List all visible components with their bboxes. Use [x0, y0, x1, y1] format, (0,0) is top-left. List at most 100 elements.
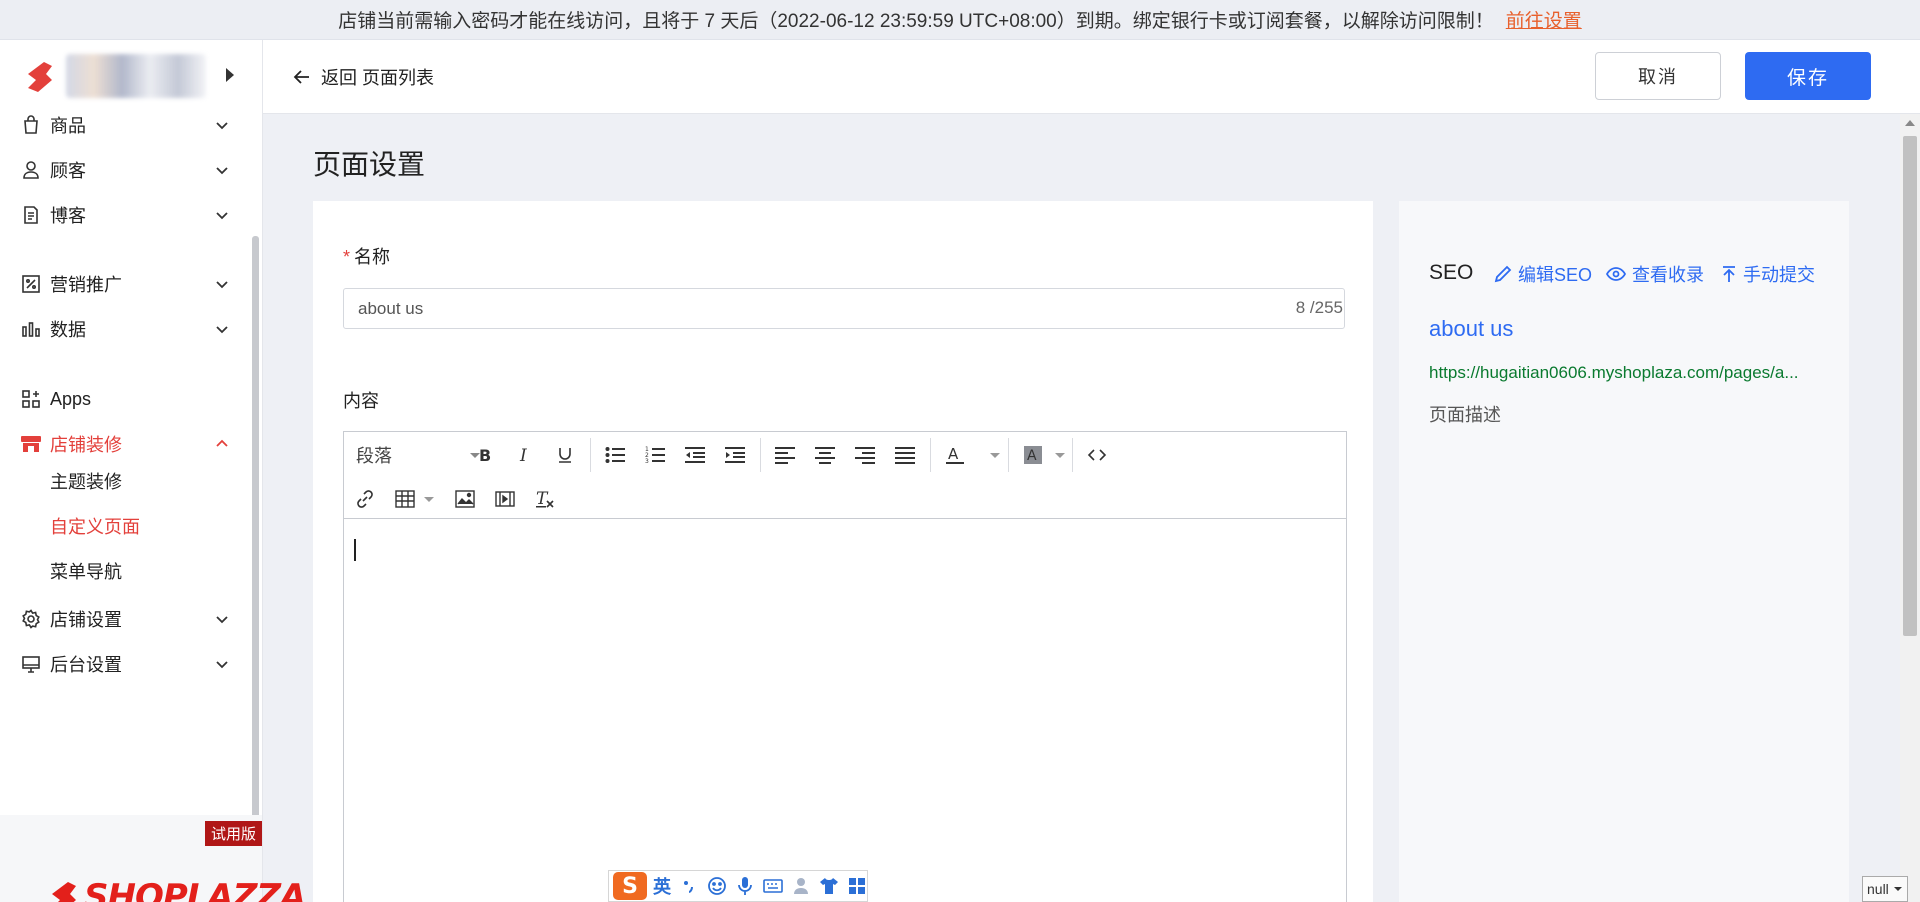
bulleted-list-button[interactable] [600, 440, 630, 470]
sidebar-item-products[interactable]: 商品 [0, 105, 250, 145]
text-cursor [354, 539, 356, 561]
sidebar-item-label: 博客 [50, 206, 86, 226]
chevron-down-icon [216, 122, 228, 130]
source-code-button[interactable] [1082, 440, 1112, 470]
sidebar-item-marketing[interactable]: 营销推广 [0, 264, 250, 304]
bag-icon [20, 114, 42, 136]
italic-button[interactable]: I [510, 440, 540, 470]
banner-message: 店铺当前需输入密码才能在线访问，且将于 7 天后（2022-06-12 23:5… [338, 11, 1494, 32]
align-center-button[interactable] [810, 440, 840, 470]
insert-table-button[interactable] [390, 484, 420, 514]
bulleted-list-icon [605, 447, 625, 463]
seo-preview-url: https://hugaitian0606.myshoplaza.com/pag… [1429, 363, 1799, 382]
brand-name: SHOPLAZZA [84, 877, 306, 902]
sidebar-item-customers[interactable]: 顾客 [0, 150, 250, 190]
toolbar-divider [760, 438, 761, 472]
page-settings-card: *名称 8 /255 内容 段落 B I 123 [313, 201, 1373, 902]
ime-language-toggle[interactable]: 英 [653, 873, 671, 899]
store-switcher[interactable] [0, 40, 263, 112]
sidebar-subitem-custom-pages[interactable]: 自定义页面 [50, 509, 140, 543]
sidebar-item-label: 数据 [50, 320, 86, 340]
text-color-button[interactable]: A [940, 440, 970, 470]
sidebar-item-admin-settings[interactable]: 后台设置 [0, 644, 250, 684]
document-icon [20, 204, 42, 226]
sidebar-item-store-settings[interactable]: 店铺设置 [0, 599, 250, 639]
scroll-thumb[interactable] [1903, 136, 1917, 636]
toolbar-divider [590, 438, 591, 472]
dropdown-caret-icon[interactable] [990, 453, 1000, 458]
underline-button[interactable] [550, 440, 580, 470]
align-center-icon [815, 447, 835, 464]
scroll-up-arrow-icon[interactable] [1905, 120, 1915, 126]
underline-icon [559, 448, 571, 463]
sidebar-item-label: 店铺装修 [50, 435, 122, 455]
indent-button[interactable] [720, 440, 750, 470]
eye-icon [1606, 267, 1626, 281]
outdent-icon [685, 447, 705, 463]
paragraph-format-select[interactable]: 段落 [356, 440, 486, 470]
justify-button[interactable] [890, 440, 920, 470]
sidebar-item-blog[interactable]: 博客 [0, 195, 250, 235]
sidebar-item-store-design[interactable]: 店铺装修 [0, 424, 250, 464]
cancel-button[interactable]: 取消 [1595, 52, 1721, 100]
image-icon [455, 490, 475, 508]
video-icon [495, 491, 515, 507]
null-select[interactable]: null [1862, 876, 1908, 902]
sidebar-subitem-menus[interactable]: 菜单导航 [50, 554, 122, 588]
chevron-down-icon [216, 661, 228, 669]
page-scrollbar[interactable] [1900, 114, 1920, 902]
brand-footer: 试用版 SHOPLAZZA [0, 815, 306, 902]
numbered-list-button[interactable]: 123 [640, 440, 670, 470]
emoji-icon[interactable] [707, 876, 727, 896]
manual-submit-link[interactable]: 手动提交 [1721, 261, 1815, 287]
chevron-down-icon [216, 616, 228, 624]
align-right-button[interactable] [850, 440, 880, 470]
svg-text:3: 3 [645, 458, 649, 464]
insert-link-button[interactable] [350, 484, 380, 514]
back-to-page-list[interactable]: 返回 页面列表 [293, 64, 434, 90]
insert-image-button[interactable] [450, 484, 480, 514]
name-char-counter: 8 /255 [1295, 298, 1343, 317]
manual-submit-label: 手动提交 [1743, 265, 1815, 285]
editor-toolbar: 段落 B I 123 A A T [344, 432, 1346, 519]
skin-shirt-icon[interactable] [819, 876, 839, 896]
chevron-down-icon [216, 281, 228, 289]
arrow-left-icon [293, 70, 309, 84]
null-select-value: null [1867, 881, 1889, 897]
edit-seo-label: 编辑SEO [1518, 265, 1593, 285]
user-assistant-icon[interactable] [791, 876, 811, 896]
chevron-down-icon [216, 167, 228, 175]
sidebar-item-analytics[interactable]: 数据 [0, 309, 250, 349]
view-indexing-link[interactable]: 查看收录 [1606, 261, 1704, 287]
sidebar-subitem-themes[interactable]: 主题装修 [50, 464, 122, 498]
align-left-button[interactable] [770, 440, 800, 470]
go-settings-link[interactable]: 前往设置 [1506, 6, 1582, 33]
rich-text-editor: 段落 B I 123 A A T [343, 431, 1347, 902]
edit-seo-link[interactable]: 编辑SEO [1494, 261, 1592, 287]
dropdown-caret-icon[interactable] [424, 497, 434, 502]
save-button[interactable]: 保存 [1745, 52, 1871, 100]
bold-button[interactable]: B [470, 440, 500, 470]
toolbox-grid-icon[interactable] [847, 876, 867, 896]
insert-video-button[interactable] [490, 484, 520, 514]
editor-content-area[interactable] [344, 519, 1346, 902]
name-label: * 名称 [343, 247, 391, 267]
svg-text:A: A [1027, 448, 1037, 464]
name-input[interactable] [343, 288, 1345, 329]
paragraph-format-value: 段落 [356, 446, 392, 466]
microphone-icon[interactable] [735, 876, 755, 896]
punctuation-icon[interactable] [679, 876, 699, 896]
clear-format-button[interactable]: T [530, 484, 560, 514]
bar-chart-icon [20, 318, 42, 340]
outdent-button[interactable] [680, 440, 710, 470]
sogou-logo-icon[interactable]: S [613, 872, 647, 900]
sidebar-item-apps[interactable]: Apps [0, 379, 250, 419]
keyboard-icon[interactable] [763, 876, 783, 896]
chevron-up-icon [216, 439, 228, 447]
seo-card: SEO 编辑SEO 查看收录 手动提交 about us https://hug… [1399, 201, 1849, 902]
dropdown-caret-icon[interactable] [1055, 453, 1065, 458]
gear-icon [20, 608, 42, 630]
background-color-button[interactable]: A [1018, 440, 1048, 470]
sidebar-scrollbar[interactable] [252, 236, 259, 826]
seo-title: SEO [1429, 261, 1474, 284]
